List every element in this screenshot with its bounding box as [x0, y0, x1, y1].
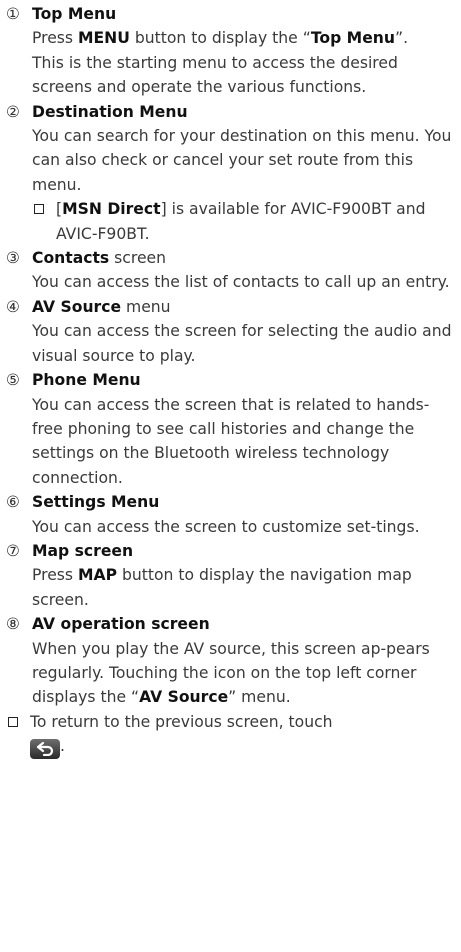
item-title: AV Source [32, 297, 122, 316]
item-av-source-menu: ④ AV Source menu You can access the scre… [6, 295, 453, 368]
item-contacts-screen: ③ Contacts screen You can access the lis… [6, 246, 453, 295]
item-av-operation-screen: ⑧ AV operation screen When you play the … [6, 612, 453, 710]
note-return-previous: To return to the previous screen, touch … [6, 710, 453, 759]
item-number: ⑦ [6, 541, 20, 560]
manual-page: ① Top Menu Press MENU button to display … [0, 0, 461, 952]
item-number: ③ [6, 249, 20, 268]
item-description: Press MAP button to display the navigati… [32, 566, 412, 609]
item-description: You can access the screen that is relate… [32, 395, 430, 487]
item-title: Phone Menu [32, 371, 141, 390]
checkbox-square-icon [32, 197, 56, 246]
item-title: AV operation screen [32, 615, 210, 634]
item-title: Top Menu [32, 5, 117, 23]
item-number: ④ [6, 297, 20, 316]
item-number: ⑧ [6, 615, 20, 634]
item-title: Settings Menu [32, 493, 160, 512]
item-top-menu: ① Top Menu Press MENU button to display … [6, 2, 453, 100]
item-title: Contacts [32, 249, 110, 268]
item-description: When you play the AV source, this screen… [32, 639, 430, 707]
item-number: ② [6, 102, 20, 121]
item-description: Press MENU button to display the “Top Me… [32, 29, 409, 48]
item-phone-menu: ⑤ Phone Menu You can access the screen t… [6, 368, 453, 490]
item-number: ⑤ [6, 371, 20, 390]
item-settings-menu: ⑥ Settings Menu You can access the scree… [6, 490, 453, 539]
item-map-screen: ⑦ Map screen Press MAP button to display… [6, 539, 453, 612]
back-arrow-icon [30, 738, 60, 759]
item-description: You can access the list of contacts to c… [32, 273, 450, 292]
item-number: ① [6, 5, 20, 23]
item-description: You can access the screen to customize s… [32, 517, 420, 536]
item-number: ⑥ [6, 493, 20, 512]
item-title: Destination Menu [32, 102, 188, 121]
item-description: You can access the screen for selecting … [32, 322, 452, 365]
note-msn-direct: [MSN Direct] is available for AVIC-F900B… [32, 197, 453, 246]
item-destination-menu: ② Destination Menu You can search for yo… [6, 100, 453, 198]
item-description: You can search for your destination on t… [32, 127, 452, 194]
item-title: Map screen [32, 541, 134, 560]
item-description: This is the starting menu to access the … [32, 53, 398, 97]
checkbox-square-icon [6, 710, 30, 759]
